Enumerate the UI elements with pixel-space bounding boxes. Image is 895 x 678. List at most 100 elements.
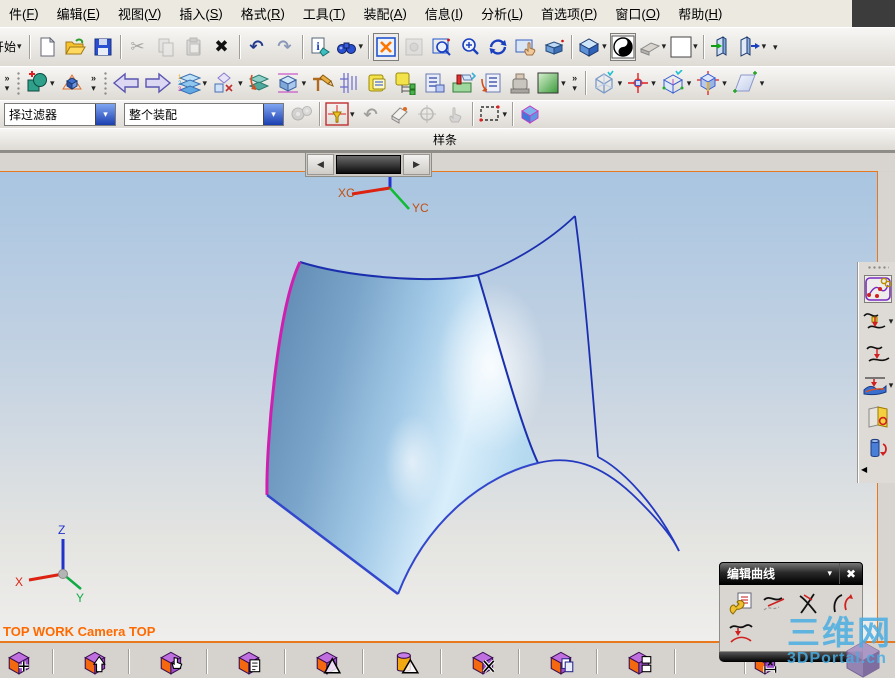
csys-constructor-icon[interactable]: ▾	[659, 69, 693, 97]
menu-item-assemblies[interactable]: 装配(A)	[354, 0, 415, 27]
assembly-navigator-icon[interactable]	[365, 69, 391, 97]
replace-component-icon[interactable]	[236, 648, 264, 676]
zoom-in-out-icon[interactable]	[457, 33, 483, 61]
delete-icon[interactable]: ✖	[209, 33, 235, 61]
snap-target-icon[interactable]	[414, 100, 440, 128]
solid-body-filter-icon[interactable]	[517, 100, 543, 128]
mate-constraint-icon[interactable]	[314, 648, 342, 676]
edit-curve-length-icon[interactable]	[725, 618, 757, 648]
isometric-view-icon[interactable]	[58, 69, 86, 97]
clip-section-icon[interactable]: ▾	[638, 33, 668, 61]
fit-view-icon[interactable]	[373, 32, 400, 61]
rotate-view-icon[interactable]	[485, 33, 511, 61]
studio-spline-icon[interactable]	[863, 275, 892, 303]
trim-corner-icon[interactable]	[793, 588, 825, 618]
undo-icon[interactable]: ↶	[244, 33, 270, 61]
snap-point-filter-icon[interactable]: ▾	[324, 100, 356, 128]
palette-menu-icon[interactable]: ▾	[820, 568, 839, 579]
panel-collapse-arrow[interactable]: ◀	[861, 466, 867, 474]
wireframe-cube-icon[interactable]: ▾	[590, 69, 624, 97]
grab-hand-icon[interactable]	[442, 100, 468, 128]
information-icon[interactable]: i	[307, 33, 333, 61]
chevron-down-icon[interactable]: ▾	[95, 103, 115, 125]
cut-icon[interactable]: ✂	[125, 33, 151, 61]
toolbar-overflow[interactable]: ▾	[768, 42, 782, 52]
sweep-surface-icon[interactable]: ▾	[861, 371, 895, 399]
menu-item-view[interactable]: 视图(V)	[109, 0, 170, 27]
assembly-tree-icon[interactable]	[393, 69, 419, 97]
palette-title-bar[interactable]: 编辑曲线 ▾ ✖	[719, 562, 863, 585]
machining-navigator-icon[interactable]	[449, 69, 477, 97]
panel-grip[interactable]	[866, 265, 889, 271]
trim-curve-icon[interactable]	[759, 588, 791, 618]
palette-bottom-bar[interactable]	[719, 652, 863, 662]
pan-view-icon[interactable]	[513, 33, 539, 61]
bridge-curve-icon[interactable]: ▾	[861, 307, 895, 335]
back-navigation-icon[interactable]	[111, 69, 141, 97]
material-swatch-icon[interactable]: ▾	[535, 69, 567, 97]
rectangle-select-icon[interactable]: ▾	[477, 100, 509, 128]
datum-plane-icon[interactable]: ▾	[730, 69, 766, 97]
open-file-icon[interactable]	[62, 33, 88, 61]
eraser-icon[interactable]	[386, 100, 412, 128]
menu-item-edit[interactable]: 编辑(E)	[48, 0, 109, 27]
deselect-icon[interactable]: ↶	[358, 100, 384, 128]
view-overflow[interactable]: » ▾	[87, 73, 101, 93]
boolean-unite-icon[interactable]: ▾	[24, 69, 56, 97]
thicken-icon[interactable]	[864, 435, 892, 463]
menu-item-insert[interactable]: 插入(S)	[170, 0, 231, 27]
move-component-icon[interactable]	[6, 648, 34, 676]
align-distribute-icon[interactable]	[337, 69, 363, 97]
menu-item-window[interactable]: 窗口(O)	[606, 0, 669, 27]
find-icon[interactable]: ▾	[335, 33, 365, 61]
start-menu-button[interactable]: 开始▾	[0, 38, 26, 55]
menu-item-help[interactable]: 帮助(H)	[669, 0, 731, 27]
scroll-thumb[interactable]	[336, 155, 401, 174]
export-displayed-part-icon[interactable]	[708, 33, 734, 61]
offset-sheet-icon[interactable]	[864, 403, 892, 431]
point-constructor-icon[interactable]: ▾	[625, 69, 657, 97]
move-to-layer-icon[interactable]	[246, 69, 272, 97]
cylinder-constraint-icon[interactable]	[392, 648, 420, 676]
menu-item-file[interactable]: 件(F)	[0, 0, 48, 27]
divide-curve-icon[interactable]	[827, 588, 859, 618]
rendering-style-icon[interactable]	[609, 32, 636, 61]
redo-icon[interactable]: ↷	[272, 33, 298, 61]
menu-item-tools[interactable]: 工具(T)	[294, 0, 355, 27]
visible-in-view-icon[interactable]: ▾	[274, 69, 308, 97]
part-navigator-icon[interactable]	[421, 69, 447, 97]
scroll-left-button[interactable]: ◀	[307, 154, 334, 175]
scroll-right-button[interactable]: ▶	[403, 154, 430, 175]
shaded-view-icon[interactable]: ▾	[576, 33, 608, 61]
save-icon[interactable]	[90, 33, 116, 61]
palette-close-icon[interactable]: ✖	[839, 563, 862, 584]
wcs-triad[interactable]: XC YC	[338, 173, 429, 215]
zoom-to-selection-icon[interactable]	[401, 33, 427, 61]
copy-icon[interactable]	[153, 33, 179, 61]
background-color-icon[interactable]: ▾	[669, 33, 699, 61]
annotation-text-icon[interactable]	[309, 69, 335, 97]
layer-settings-icon[interactable]: 1 2 3 ▾	[175, 69, 209, 97]
operation-list-icon[interactable]	[479, 69, 505, 97]
chevron-down-icon[interactable]: ▾	[263, 103, 283, 125]
copy-component-icon[interactable]	[548, 648, 576, 676]
edit-curve-parameters-icon[interactable]	[725, 588, 757, 618]
utility-overflow[interactable]: » ▾	[568, 73, 582, 93]
datum-axis-icon[interactable]: ▾	[694, 69, 728, 97]
component-states-icon[interactable]	[626, 648, 654, 676]
menu-item-information[interactable]: 信息(I)	[416, 0, 472, 27]
forward-navigation-icon[interactable]	[143, 69, 173, 97]
toolbar-overflow-left[interactable]: » ▾	[0, 73, 14, 93]
export-part-icon[interactable]: ▾	[736, 33, 768, 61]
gears-icon[interactable]	[289, 100, 315, 128]
curve-on-curve-icon[interactable]	[864, 339, 892, 367]
selection-filter-combo[interactable]: 择过滤器 ▾	[4, 102, 116, 126]
menu-item-analysis[interactable]: 分析(L)	[472, 0, 532, 27]
new-file-icon[interactable]	[34, 33, 60, 61]
delete-component-icon[interactable]	[470, 648, 498, 676]
show-hide-icon[interactable]: ▾	[210, 69, 244, 97]
perspective-icon[interactable]	[541, 33, 567, 61]
menu-item-preferences[interactable]: 首选项(P)	[532, 0, 606, 27]
tool-pump-icon[interactable]	[507, 69, 533, 97]
paste-icon[interactable]	[181, 33, 207, 61]
